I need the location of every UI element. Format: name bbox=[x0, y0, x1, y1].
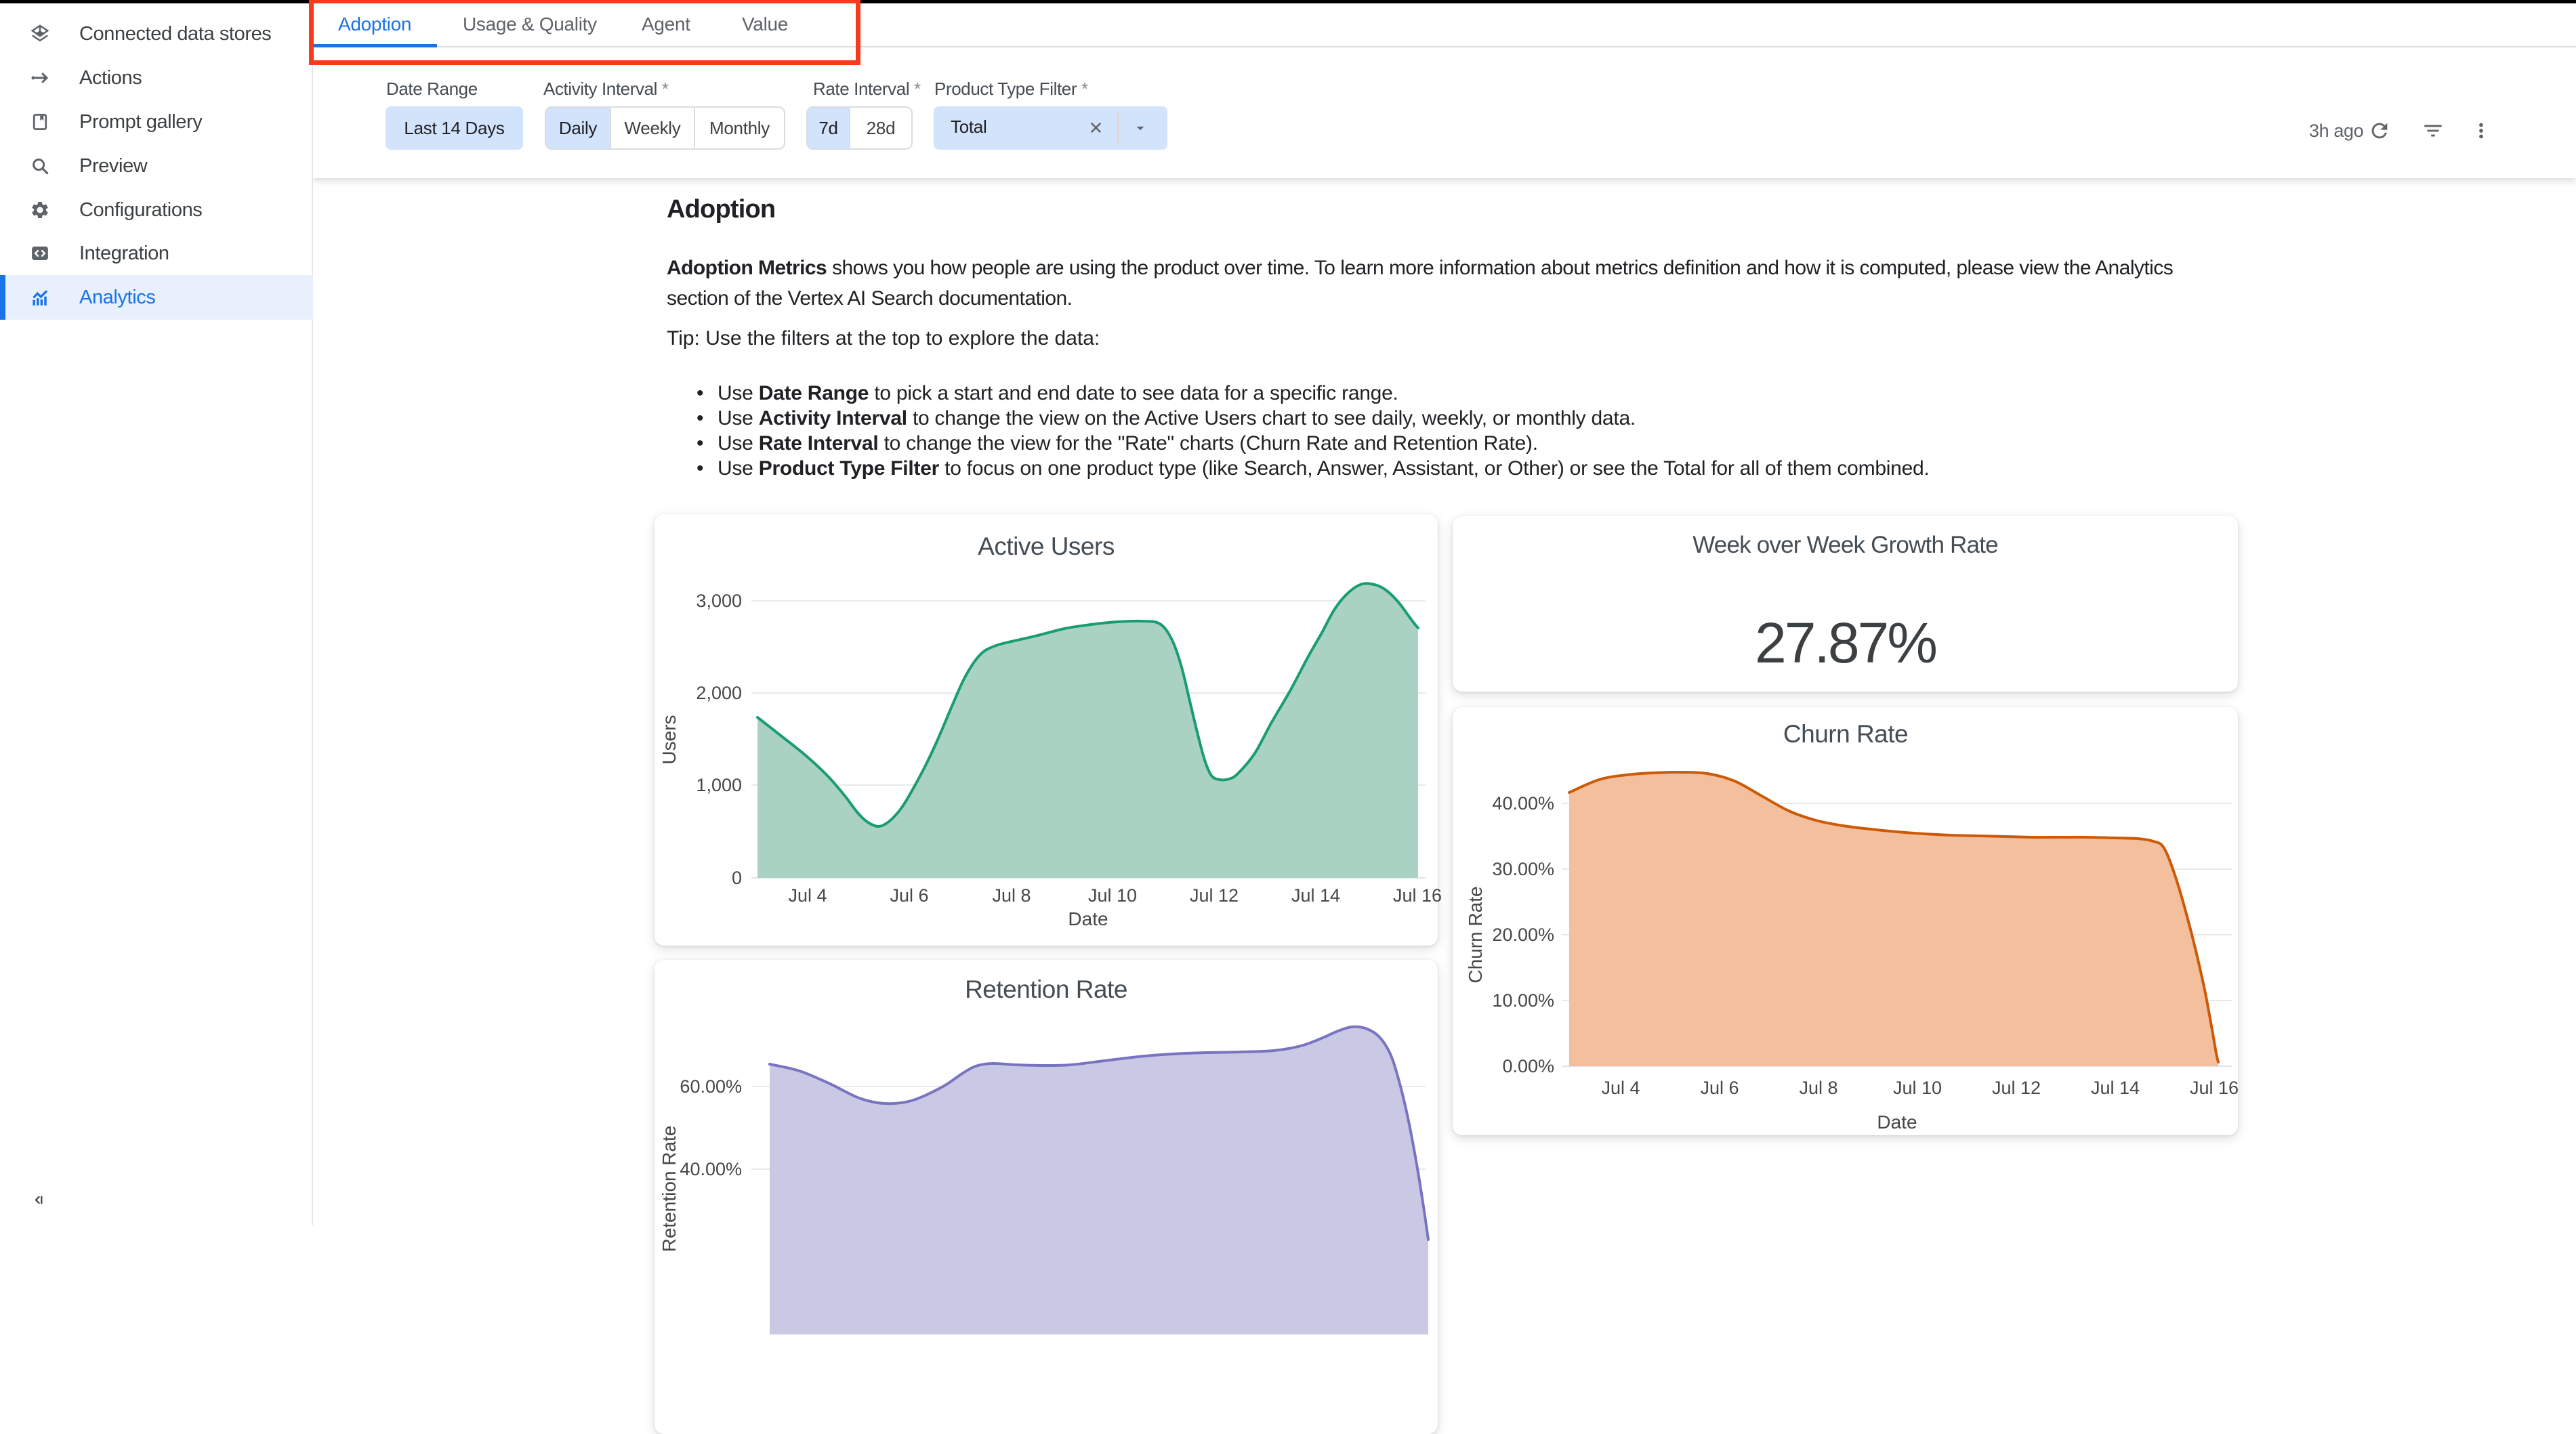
svg-text:Jul 8: Jul 8 bbox=[992, 885, 1031, 906]
svg-text:Retention Rate: Retention Rate bbox=[659, 1126, 680, 1252]
svg-text:Jul 8: Jul 8 bbox=[1799, 1078, 1837, 1098]
svg-text:Jul 6: Jul 6 bbox=[890, 885, 928, 906]
svg-text:3,000: 3,000 bbox=[696, 591, 742, 611]
svg-text:Churn Rate: Churn Rate bbox=[1465, 886, 1486, 983]
svg-text:40.00%: 40.00% bbox=[1492, 793, 1554, 814]
svg-text:Jul 16: Jul 16 bbox=[1393, 885, 1442, 906]
svg-text:0: 0 bbox=[732, 868, 742, 888]
svg-text:Date: Date bbox=[1877, 1112, 1917, 1133]
svg-text:1,000: 1,000 bbox=[696, 775, 742, 795]
svg-text:Jul 10: Jul 10 bbox=[1088, 885, 1137, 906]
svg-text:Jul 14: Jul 14 bbox=[2091, 1078, 2140, 1098]
svg-text:Date: Date bbox=[1068, 908, 1108, 929]
svg-text:Jul 12: Jul 12 bbox=[1190, 885, 1239, 906]
svg-text:Jul 10: Jul 10 bbox=[1893, 1078, 1942, 1098]
svg-text:Jul 4: Jul 4 bbox=[788, 885, 827, 906]
svg-text:Users: Users bbox=[659, 715, 680, 764]
svg-text:2,000: 2,000 bbox=[696, 683, 742, 703]
svg-text:10.00%: 10.00% bbox=[1492, 990, 1554, 1011]
svg-text:Jul 4: Jul 4 bbox=[1601, 1078, 1640, 1098]
svg-text:Retention Rate: Retention Rate bbox=[965, 975, 1127, 1003]
svg-text:Jul 14: Jul 14 bbox=[1291, 885, 1340, 906]
svg-text:20.00%: 20.00% bbox=[1492, 925, 1554, 945]
svg-text:40.00%: 40.00% bbox=[680, 1159, 742, 1179]
svg-text:Jul 16: Jul 16 bbox=[2190, 1078, 2239, 1098]
svg-text:Jul 12: Jul 12 bbox=[1992, 1078, 2041, 1098]
svg-text:Active Users: Active Users bbox=[978, 532, 1115, 560]
svg-text:Churn Rate: Churn Rate bbox=[1783, 720, 1908, 748]
svg-text:60.00%: 60.00% bbox=[680, 1076, 742, 1097]
svg-text:Jul 6: Jul 6 bbox=[1700, 1078, 1739, 1098]
svg-text:0.00%: 0.00% bbox=[1502, 1056, 1554, 1076]
svg-text:30.00%: 30.00% bbox=[1492, 859, 1554, 879]
